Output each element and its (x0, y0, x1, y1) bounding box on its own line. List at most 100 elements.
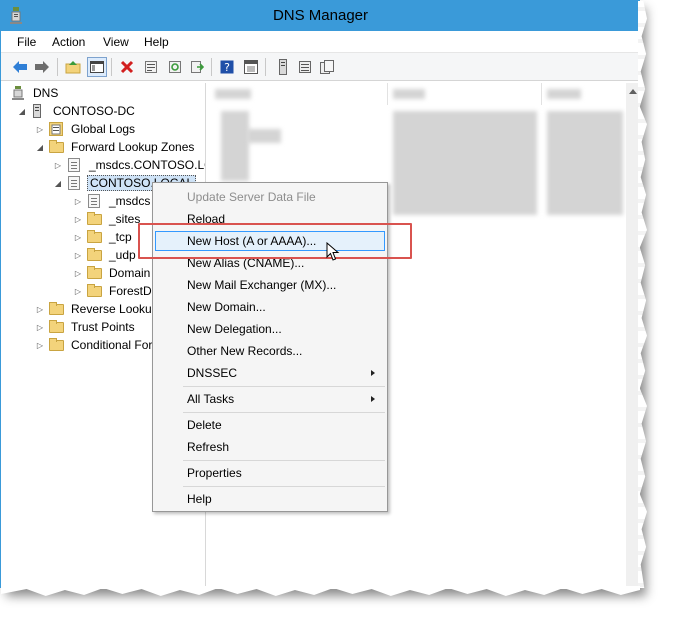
folder-icon (49, 320, 65, 334)
expand-arrow-icon[interactable]: ▷ (35, 124, 45, 134)
tree-label: Reverse Lookup (71, 302, 159, 316)
expand-arrow-icon[interactable]: ▷ (35, 304, 45, 314)
menu-item-new-delegation[interactable]: New Delegation... (155, 319, 385, 339)
menu-action[interactable]: Action (52, 35, 85, 49)
blurred-data (547, 111, 623, 215)
tree-label: Forward Lookup Zones (71, 140, 195, 154)
menu-item-new-mail-exchanger[interactable]: New Mail Exchanger (MX)... (155, 275, 385, 295)
tree-label: CONTOSO-DC (53, 104, 135, 118)
blurred-types (393, 111, 537, 215)
collapse-arrow-icon[interactable]: ◢ (17, 106, 27, 116)
tree-node-forest-dns[interactable]: ▷ ForestDn (73, 282, 160, 300)
folder-icon (87, 266, 103, 280)
blurred-names (247, 129, 281, 143)
blurred-header (547, 89, 581, 99)
expand-arrow-icon[interactable]: ▷ (35, 340, 45, 350)
tree-node-server[interactable]: ◢ CONTOSO-DC (17, 102, 137, 120)
tree-node-tcp[interactable]: ▷ _tcp (73, 228, 134, 246)
folder-icon (49, 338, 65, 352)
collapse-arrow-icon[interactable]: ◢ (35, 142, 45, 152)
expand-arrow-icon[interactable]: ▷ (73, 214, 83, 224)
tree-node-sites[interactable]: ▷ _sites (73, 210, 142, 228)
log-icon (49, 122, 65, 136)
menu-item-update-server-data-file: Update Server Data File (187, 190, 316, 204)
tree-node-udp[interactable]: ▷ _udp (73, 246, 138, 264)
list-icon[interactable] (295, 57, 315, 77)
back-arrow-icon[interactable] (10, 57, 30, 77)
blurred-names (221, 111, 249, 181)
tree-label: _msdcs (109, 194, 151, 208)
folder-icon (87, 248, 103, 262)
tree-node-domain-dns[interactable]: ▷ Domain (73, 264, 152, 282)
title-bar[interactable]: DNS Manager (1, 1, 640, 31)
collapse-arrow-icon[interactable]: ◢ (53, 178, 63, 188)
zone-icon (87, 194, 103, 208)
records-icon[interactable] (317, 57, 337, 77)
folder-icon (87, 212, 103, 226)
scroll-up-arrow-icon[interactable] (629, 89, 637, 94)
forward-arrow-icon[interactable] (32, 57, 52, 77)
expand-arrow-icon[interactable]: ▷ (35, 322, 45, 332)
vertical-scrollbar[interactable] (626, 83, 640, 589)
expand-arrow-icon[interactable]: ▷ (73, 232, 83, 242)
expand-arrow-icon[interactable]: ▷ (73, 250, 83, 260)
refresh-icon[interactable] (165, 57, 185, 77)
up-folder-icon[interactable] (63, 57, 83, 77)
tree-label: _tcp (109, 230, 132, 244)
server-icon (31, 104, 47, 118)
folder-icon (49, 302, 65, 316)
tree-node-conditional-forwarders[interactable]: ▷ Conditional For (35, 336, 154, 354)
menu-help[interactable]: Help (144, 35, 169, 49)
expand-arrow-icon[interactable]: ▷ (73, 196, 83, 206)
mouse-cursor-icon (326, 242, 340, 261)
menu-item-refresh[interactable]: Refresh (155, 437, 385, 457)
menu-item-help[interactable]: Help (155, 489, 385, 509)
highlight-box (138, 223, 412, 259)
menu-item-label: DNSSEC (187, 366, 238, 380)
tree-node-msdcs[interactable]: ▷ _msdcs (73, 192, 152, 210)
help-icon[interactable]: ? (217, 57, 237, 77)
export-icon[interactable] (187, 57, 207, 77)
tree-label: Domain (109, 266, 151, 280)
submenu-arrow-icon (371, 396, 375, 402)
tree-label: _msdcs.CONTOSO.LO (89, 158, 206, 172)
delete-icon[interactable] (117, 57, 137, 77)
blurred-header (215, 89, 251, 99)
dns-root-icon (11, 86, 27, 100)
tree-label: Global Logs (71, 122, 136, 136)
zone-icon (67, 176, 83, 190)
tree-node-global-logs[interactable]: ▷ Global Logs (35, 120, 137, 138)
menu-item-delete[interactable]: Delete (155, 415, 385, 435)
tree-label: DNS (33, 86, 59, 100)
menu-view[interactable]: View (103, 35, 129, 49)
menu-file[interactable]: File (17, 35, 36, 49)
properties-icon[interactable] (141, 57, 161, 77)
menu-bar: File Action View Help (1, 31, 640, 53)
tree-node-trust-points[interactable]: ▷ Trust Points (35, 318, 137, 336)
tree-node-forward-zones[interactable]: ◢ Forward Lookup Zones (35, 138, 196, 156)
menu-item-all-tasks[interactable]: All Tasks (155, 389, 385, 409)
tree-node-msdcs-zone[interactable]: ▷ _msdcs.CONTOSO.LO (53, 156, 206, 174)
folder-icon (49, 140, 65, 154)
expand-arrow-icon[interactable]: ▷ (73, 268, 83, 278)
server-icon[interactable] (273, 57, 293, 77)
console-icon[interactable] (241, 57, 261, 77)
submenu-arrow-icon (371, 370, 375, 376)
show-hide-tree-icon[interactable] (87, 57, 107, 77)
tree-label: Conditional For (71, 338, 153, 352)
toolbar: ? (1, 53, 640, 81)
menu-item-label: All Tasks (187, 392, 235, 406)
tree-node-dns[interactable]: DNS (11, 84, 60, 102)
svg-text:?: ? (224, 61, 230, 74)
expand-arrow-icon[interactable]: ▷ (53, 160, 63, 170)
menu-item-dnssec[interactable]: DNSSEC (155, 363, 385, 383)
tree-label: _udp (109, 248, 136, 262)
menu-item-properties[interactable]: Properties (155, 463, 385, 483)
zone-icon (67, 158, 83, 172)
tree-label: Trust Points (71, 320, 135, 334)
expand-arrow-icon[interactable]: ▷ (73, 286, 83, 296)
menu-item-new-domain[interactable]: New Domain... (155, 297, 385, 317)
folder-icon (87, 230, 103, 244)
menu-item-other-new-records[interactable]: Other New Records... (155, 341, 385, 361)
tree-node-reverse-zones[interactable]: ▷ Reverse Lookup (35, 300, 160, 318)
